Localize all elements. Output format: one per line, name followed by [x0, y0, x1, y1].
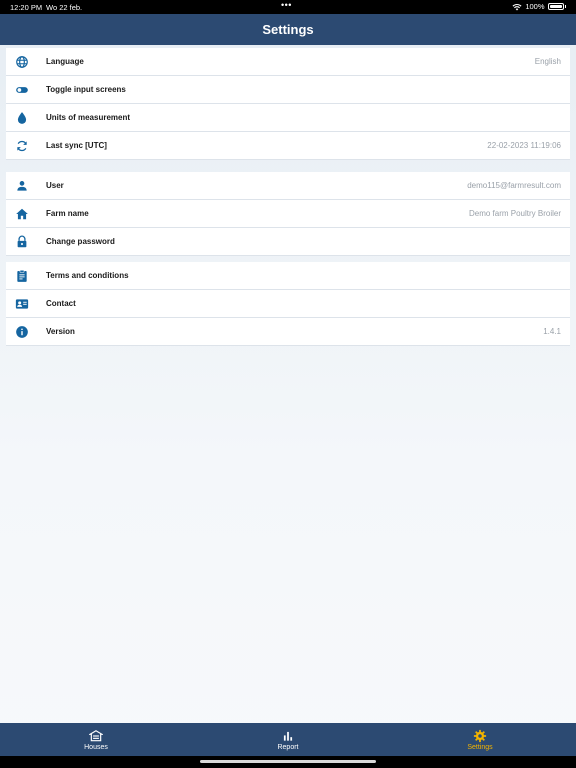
globe-icon: [16, 56, 28, 68]
tab-label: Report: [277, 744, 299, 751]
row-units-of-measurement[interactable]: Units of measurement: [6, 104, 570, 132]
row-value: Demo farm Poultry Broiler: [468, 209, 561, 218]
bar-chart-icon: [283, 731, 293, 741]
clipboard-icon: [17, 269, 27, 282]
row-user[interactable]: User demo115@farmresult.com: [6, 172, 570, 200]
status-bar: 12:20 PM Wo 22 feb. ••• 100%: [0, 0, 576, 14]
home-indicator[interactable]: [200, 760, 376, 763]
row-label: Farm name: [46, 209, 89, 218]
tab-houses[interactable]: Houses: [0, 723, 192, 756]
row-value: 1.4.1: [543, 327, 561, 336]
row-contact[interactable]: Contact: [6, 290, 570, 318]
status-date: Wo 22 feb.: [46, 3, 83, 12]
row-label: Last sync [UTC]: [46, 141, 107, 150]
row-farm-name[interactable]: Farm name Demo farm Poultry Broiler: [6, 200, 570, 228]
settings-group-general: Language English Toggle input screens Un…: [6, 48, 570, 160]
info-icon: [16, 326, 28, 338]
row-version[interactable]: Version 1.4.1: [6, 318, 570, 346]
status-time: 12:20 PM: [10, 3, 43, 12]
battery-icon: [547, 3, 564, 10]
row-terms-and-conditions[interactable]: Terms and conditions: [6, 262, 570, 290]
row-toggle-input-screens[interactable]: Toggle input screens: [6, 76, 570, 104]
tab-settings[interactable]: Settings: [384, 723, 576, 756]
contact-card-icon: [15, 299, 29, 309]
barn-icon: [89, 730, 103, 742]
home-icon: [16, 208, 28, 220]
multitasking-dots[interactable]: •••: [281, 0, 292, 10]
row-label: Contact: [46, 299, 76, 308]
tab-bar: Houses Report Settings: [0, 723, 576, 756]
nav-header: Settings: [0, 14, 576, 45]
row-label: Terms and conditions: [46, 271, 129, 280]
settings-group-about: Terms and conditions Contact Version 1.4…: [6, 262, 570, 346]
battery-tip: [564, 5, 566, 8]
battery-percent: 100%: [525, 2, 545, 11]
row-label: User: [46, 181, 64, 190]
person-icon: [17, 181, 27, 191]
row-label: Language: [46, 57, 84, 66]
status-right: 100%: [512, 2, 566, 11]
row-label: Change password: [46, 237, 115, 246]
tab-label: Houses: [84, 744, 108, 751]
settings-group-account: User demo115@farmresult.com Farm name De…: [6, 172, 570, 256]
row-language[interactable]: Language English: [6, 48, 570, 76]
sync-icon: [17, 140, 27, 152]
wifi-icon: [512, 3, 522, 10]
water-drop-icon: [17, 112, 27, 124]
row-label: Version: [46, 327, 75, 336]
row-value: English: [534, 57, 561, 66]
row-value: 22-02-2023 11:19:06: [487, 141, 561, 150]
page-title: Settings: [262, 22, 314, 37]
home-indicator-area: [0, 756, 576, 768]
lock-icon: [17, 235, 27, 248]
row-label: Toggle input screens: [46, 85, 126, 94]
tab-label: Settings: [467, 744, 493, 751]
row-last-sync[interactable]: Last sync [UTC] 22-02-2023 11:19:06: [6, 132, 570, 160]
row-value: demo115@farmresult.com: [467, 181, 561, 190]
row-label: Units of measurement: [46, 113, 131, 122]
tab-report[interactable]: Report: [192, 723, 384, 756]
toggle-icon: [16, 87, 28, 93]
gear-icon: [473, 729, 487, 743]
row-change-password[interactable]: Change password: [6, 228, 570, 256]
